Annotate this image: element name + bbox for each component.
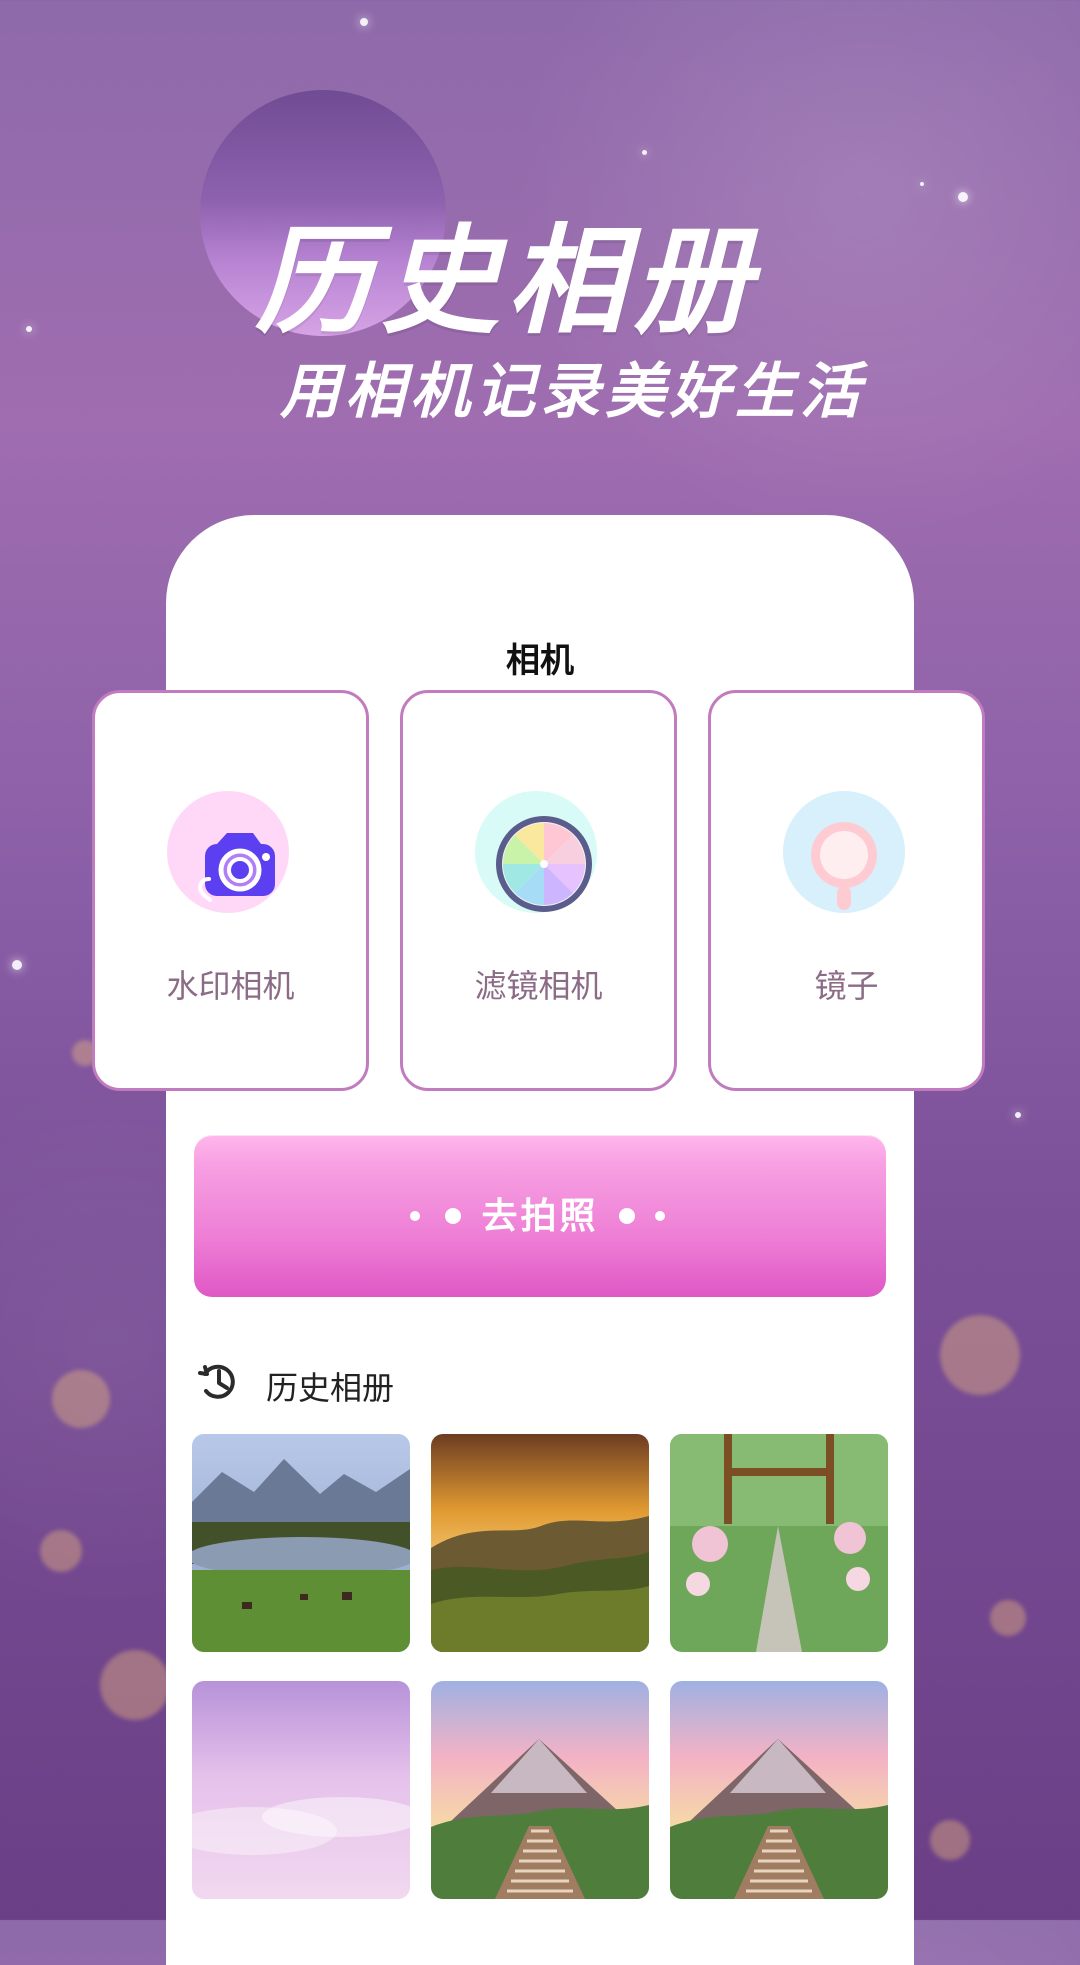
cta-dot-right-small bbox=[655, 1211, 665, 1221]
history-title: 历史相册 bbox=[266, 1369, 395, 1407]
garden-path-image bbox=[670, 1434, 888, 1652]
history-thumb[interactable] bbox=[670, 1681, 888, 1899]
hero-title: 历史相册 bbox=[255, 212, 760, 350]
cta-dot-right-large bbox=[619, 1208, 635, 1224]
watermark-camera-card[interactable]: 水印相机 bbox=[92, 690, 369, 1091]
camera-options: 水印相机 滤镜相机 镜子 bbox=[92, 690, 988, 1095]
lake-meadow-image bbox=[192, 1434, 410, 1652]
mirror-card[interactable]: 镜子 bbox=[708, 690, 985, 1091]
mirror-icon-graphic bbox=[811, 822, 877, 910]
history-thumb[interactable] bbox=[431, 1434, 649, 1652]
history-gallery bbox=[192, 1434, 889, 1904]
watermark-camera-label: 水印相机 bbox=[166, 967, 295, 1005]
camera-section-label: 相机 bbox=[506, 641, 574, 681]
mirror-icon bbox=[783, 791, 913, 921]
filter-camera-card[interactable]: 滤镜相机 bbox=[400, 690, 677, 1091]
go-photo-button[interactable]: 去拍照 bbox=[194, 1135, 886, 1297]
history-header: 历史相册 bbox=[196, 1359, 496, 1407]
mountain-boardwalk-image-2 bbox=[670, 1681, 888, 1899]
history-thumb[interactable] bbox=[431, 1681, 649, 1899]
hero-subtitle: 用相机记录美好生活 bbox=[280, 357, 865, 427]
pastel-sky-image bbox=[192, 1681, 410, 1899]
sunset-hills-image bbox=[431, 1434, 649, 1652]
history-thumb[interactable] bbox=[192, 1681, 410, 1899]
filter-camera-label: 滤镜相机 bbox=[474, 967, 603, 1005]
history-icon bbox=[198, 1364, 235, 1399]
filter-wheel-icon bbox=[475, 791, 605, 921]
camera-icon bbox=[167, 791, 297, 921]
camera-icon-graphic bbox=[198, 833, 275, 902]
mountain-boardwalk-image-1 bbox=[431, 1681, 649, 1899]
history-thumb[interactable] bbox=[670, 1434, 888, 1652]
history-thumb[interactable] bbox=[192, 1434, 410, 1652]
mirror-label: 镜子 bbox=[814, 967, 879, 1005]
filter-wheel-graphic bbox=[496, 816, 592, 912]
go-photo-button-label: 去拍照 bbox=[481, 1196, 599, 1237]
